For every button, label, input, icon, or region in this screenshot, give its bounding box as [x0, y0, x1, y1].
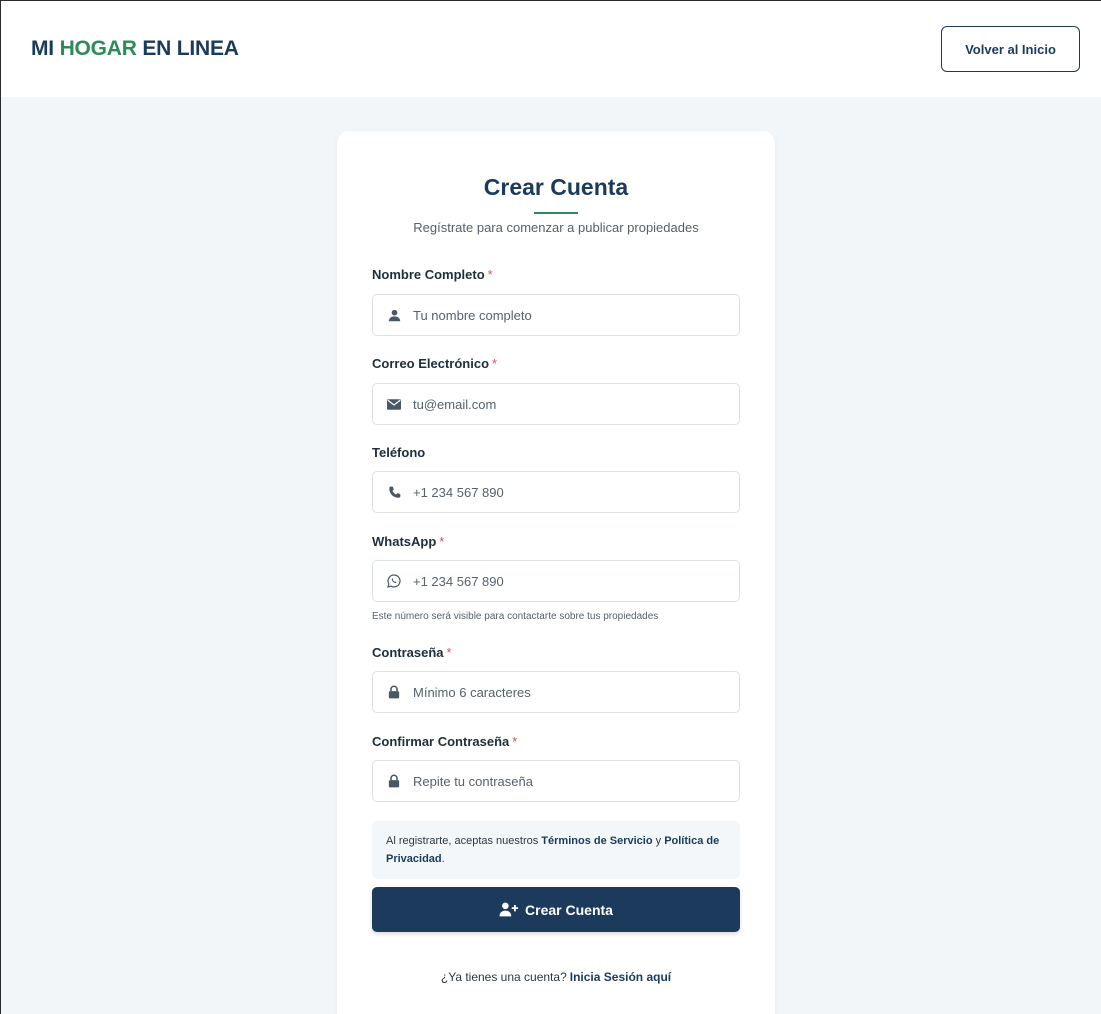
- whatsapp-input[interactable]: [413, 561, 739, 601]
- terms-middle: y: [652, 835, 665, 847]
- page-title: Crear Cuenta: [483, 174, 629, 200]
- terms-prefix: Al registrarte, aceptas nuestros: [386, 835, 542, 847]
- phone-label: Teléfono: [372, 445, 425, 460]
- email-label-text: Correo Electrónico: [372, 356, 490, 371]
- confirm-password-field[interactable]: [372, 760, 740, 802]
- confirm-password-input[interactable]: [413, 761, 739, 801]
- brand-prefix: MI: [31, 37, 60, 60]
- whatsapp-hint: Este número será visible para contactart…: [372, 611, 659, 622]
- whatsapp-icon: [386, 573, 402, 589]
- create-account-button[interactable]: Crear Cuenta: [372, 887, 740, 932]
- viewport: MI HOGAR EN LINEA Volver al Inicio Crear…: [0, 0, 1101, 1014]
- confirm-password-label-text: Confirmar Contraseña: [372, 734, 510, 749]
- login-prompt-text: ¿Ya tienes una cuenta?: [440, 970, 567, 984]
- password-field[interactable]: [372, 671, 740, 713]
- required-marker: *: [492, 356, 498, 371]
- brand-logo[interactable]: MI HOGAR EN LINEA: [31, 37, 239, 61]
- lock-icon: [386, 684, 402, 700]
- envelope-icon: [386, 396, 402, 412]
- whatsapp-label: WhatsApp *: [372, 534, 444, 549]
- back-home-button[interactable]: Volver al Inicio: [941, 26, 1080, 72]
- title-underline: [534, 212, 578, 214]
- terms-suffix: .: [441, 853, 445, 865]
- required-marker: *: [512, 734, 518, 749]
- name-label: Nombre Completo *: [372, 267, 493, 282]
- email-label: Correo Electrónico *: [372, 356, 497, 371]
- login-prompt: ¿Ya tienes una cuenta? Inicia Sesión aquí: [337, 970, 775, 984]
- create-account-label: Crear Cuenta: [525, 901, 613, 918]
- register-card: Crear Cuenta Regístrate para comenzar a …: [337, 131, 775, 1014]
- user-plus-icon: [499, 902, 519, 917]
- brand-highlight: HOGAR: [59, 37, 137, 60]
- page-subtitle: Regístrate para comenzar a publicar prop…: [413, 220, 699, 235]
- whatsapp-label-text: WhatsApp: [372, 534, 437, 549]
- password-input[interactable]: [413, 672, 739, 712]
- name-field[interactable]: [372, 294, 740, 336]
- password-label-text: Contraseña: [372, 645, 444, 660]
- email-input[interactable]: [413, 384, 739, 424]
- email-field[interactable]: [372, 383, 740, 425]
- login-link[interactable]: Inicia Sesión aquí: [570, 970, 671, 984]
- required-marker: *: [439, 534, 445, 549]
- name-label-text: Nombre Completo: [372, 267, 485, 282]
- terms-of-service-link[interactable]: Términos de Servicio: [541, 835, 652, 847]
- confirm-password-label: Confirmar Contraseña *: [372, 734, 517, 749]
- brand-suffix: EN LINEA: [136, 37, 239, 60]
- terms-notice: Al registrarte, aceptas nuestros Término…: [372, 821, 740, 879]
- whatsapp-field[interactable]: [372, 560, 740, 602]
- phone-icon: [386, 484, 402, 500]
- required-marker: *: [487, 267, 493, 282]
- site-header: MI HOGAR EN LINEA Volver al Inicio: [1, 1, 1101, 97]
- password-label: Contraseña *: [372, 645, 452, 660]
- name-input[interactable]: [413, 295, 739, 335]
- lock-icon: [386, 773, 402, 789]
- phone-label-text: Teléfono: [372, 445, 426, 460]
- phone-input[interactable]: [413, 472, 739, 512]
- required-marker: *: [446, 645, 452, 660]
- user-icon: [386, 307, 402, 323]
- phone-field[interactable]: [372, 471, 740, 513]
